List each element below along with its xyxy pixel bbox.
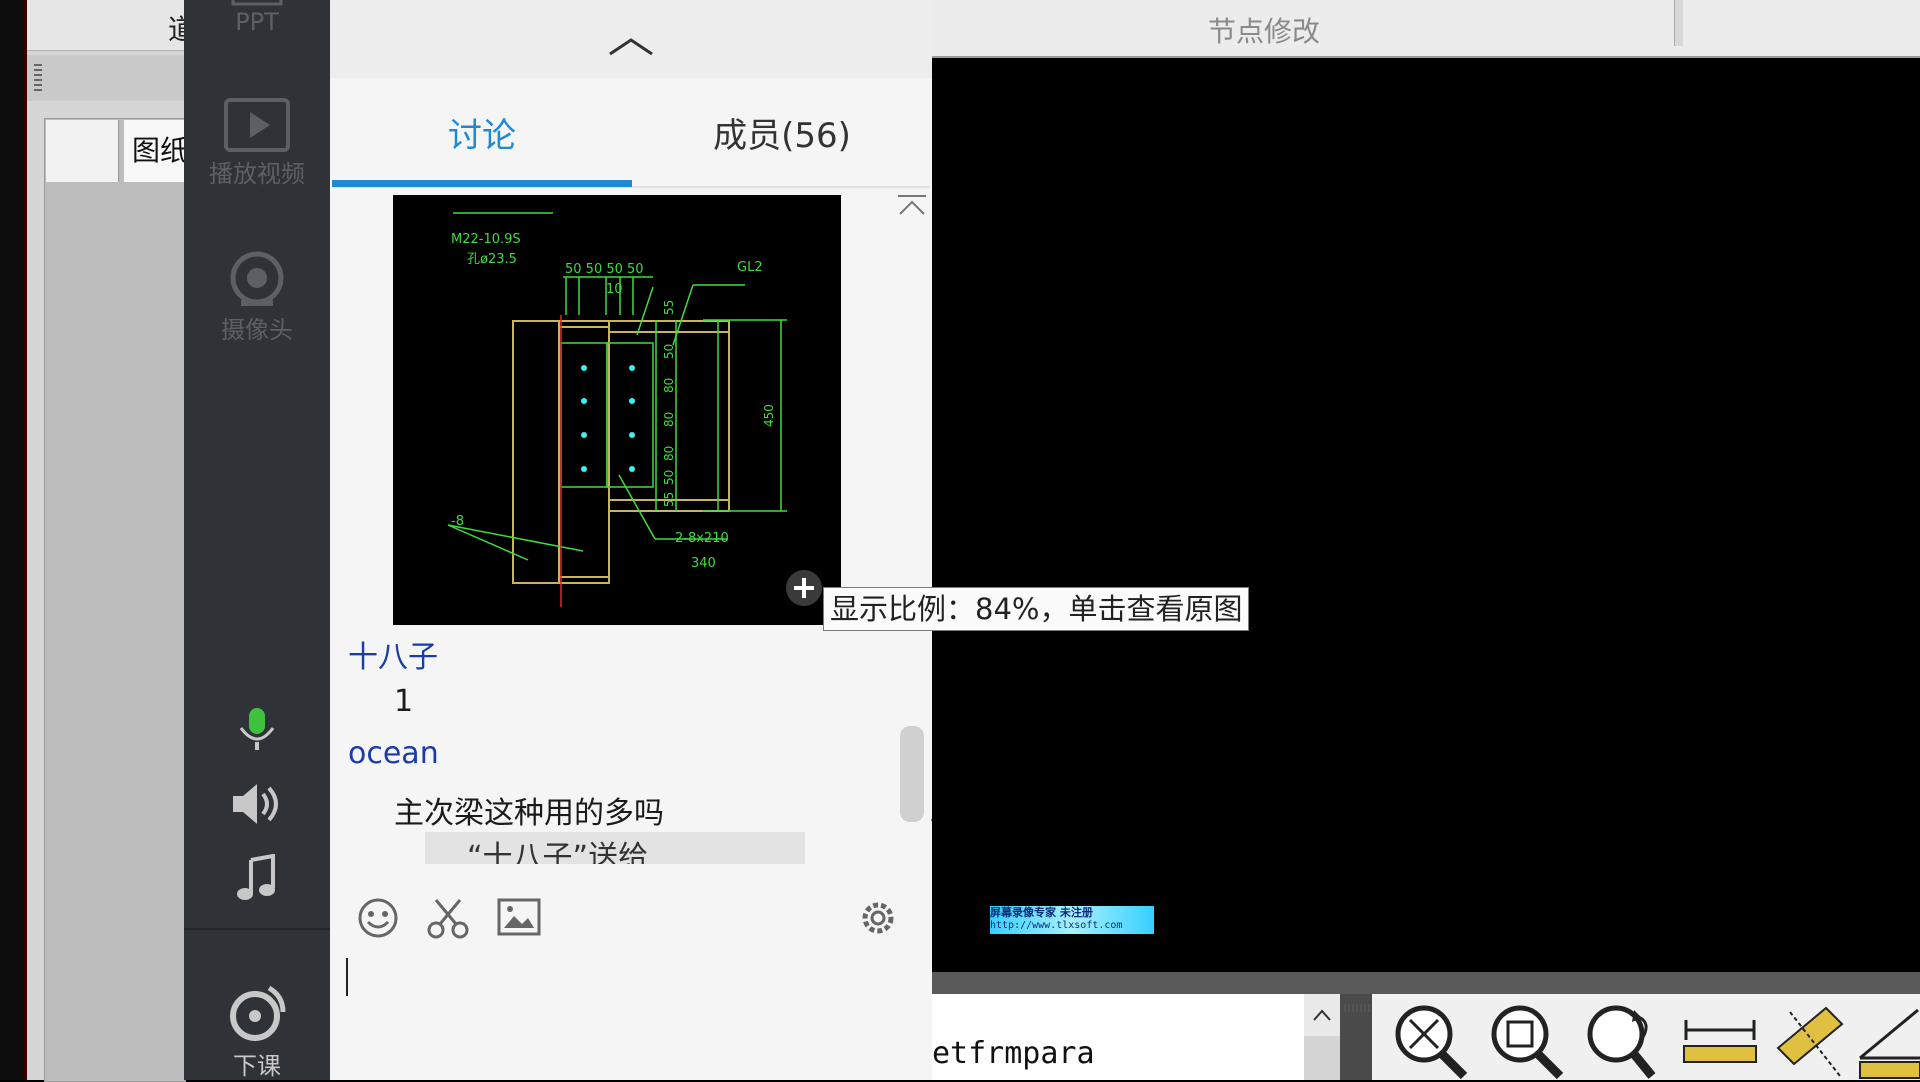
music-icon — [237, 854, 275, 900]
zoom-extents-icon[interactable] — [1392, 1002, 1472, 1080]
gap-label: 10 — [606, 282, 623, 297]
plate-label: -8 — [451, 514, 464, 529]
background-toolbar-secondary — [27, 55, 184, 101]
command-scroll-track[interactable] — [1304, 1036, 1340, 1080]
toolbar-grip[interactable] — [1344, 1004, 1372, 1012]
window-border — [24, 0, 27, 1080]
scroll-to-top-icon[interactable] — [896, 194, 928, 218]
zoom-image-button[interactable] — [786, 570, 822, 606]
dim-450: 450 — [762, 404, 776, 427]
microphone-icon — [239, 708, 275, 750]
hole-label: 孔ø23.5 — [467, 252, 517, 267]
toolbar-grip[interactable] — [34, 64, 42, 92]
dim-50-top: 50 — [662, 344, 676, 359]
sidebar-item-play-video[interactable]: 播放视频 — [184, 96, 330, 189]
measure-icon[interactable] — [1770, 1002, 1850, 1080]
dim-80-c: 80 — [662, 446, 676, 461]
scissors-icon[interactable] — [426, 896, 470, 940]
sidebar-item-ppt[interactable]: PPT — [184, 0, 330, 36]
sidebar-item-speaker[interactable] — [184, 780, 330, 828]
settings-icon[interactable] — [856, 896, 900, 940]
sidebar-divider — [184, 928, 330, 930]
speaker-icon — [233, 784, 278, 824]
message-text: 主次梁这种用的多吗 — [394, 796, 664, 831]
chevron-up-icon[interactable] — [608, 36, 654, 56]
power-icon — [230, 985, 286, 1041]
zoom-tooltip: 显示比例：84%，单击查看原图 — [823, 587, 1250, 631]
connection-detail-drawing: M22-10.9S 孔ø23.5 50 50 50 50 10 GL2 -8 2… — [447, 212, 787, 607]
tab-members[interactable]: 成员(56) — [632, 108, 932, 164]
gift-message-preview: “十八子”送给 — [425, 832, 805, 864]
window-edge — [0, 0, 24, 1080]
dim-80-b: 80 — [662, 412, 676, 427]
cad-drawing-canvas[interactable] — [932, 58, 1920, 972]
background-tab-blank[interactable] — [46, 120, 119, 182]
classroom-sidebar: PPT 播放视频 摄像头 下课 — [184, 0, 330, 1080]
beam-label: GL2 — [737, 260, 763, 275]
bolt-label: M22-10.9S — [451, 232, 521, 247]
dim-80-a: 80 — [662, 378, 676, 393]
sidebar-item-label: 播放视频 — [209, 160, 305, 188]
sidebar-item-music[interactable] — [184, 854, 330, 902]
shared-drawing-image[interactable]: M22-10.9S 孔ø23.5 50 50 50 50 10 GL2 -8 2… — [393, 195, 841, 625]
image-icon[interactable] — [496, 896, 542, 940]
background-tab-drawings[interactable]: 图纸 — [124, 120, 184, 182]
command-text: etfrmpara — [932, 1036, 1095, 1071]
cad-header-bar: 节点修改 — [932, 0, 1920, 59]
header-separator — [1674, 0, 1683, 46]
sidebar-item-microphone[interactable] — [184, 706, 330, 754]
angle-icon[interactable] — [1858, 1002, 1920, 1080]
top-dims-label: 50 50 50 50 — [565, 262, 644, 277]
sidebar-item-label: PPT — [235, 8, 279, 36]
node-modify-label[interactable]: 节点修改 — [1208, 10, 1320, 50]
message-text: 1 — [394, 684, 414, 719]
length-label: 340 — [691, 556, 716, 571]
plus-icon — [794, 578, 814, 598]
chevron-up-icon[interactable] — [1312, 1008, 1332, 1022]
background-app-panel: 道 图纸 — [0, 0, 196, 1082]
message-sender[interactable]: 十八子 — [348, 632, 438, 676]
ppt-icon — [231, 0, 283, 6]
sidebar-item-label: 摄像头 — [221, 316, 293, 344]
emoji-icon[interactable] — [356, 896, 400, 940]
tab-active-indicator — [332, 180, 632, 187]
background-toolbar — [27, 0, 184, 51]
dim-50-bottom: 50 — [662, 470, 676, 485]
dim-55-bottom: 55 — [662, 492, 676, 507]
view-toolbar — [1340, 994, 1920, 1080]
stiffener-label: 2-8x210 — [675, 531, 729, 546]
command-line[interactable]: etfrmpara — [932, 994, 1304, 1080]
watermark-line-2: http://www.tlxsoft.com — [990, 920, 1123, 931]
play-video-icon — [224, 98, 290, 152]
watermark-line-1: 屏幕录像专家 未注册 — [990, 906, 1093, 919]
sidebar-item-label: 下课 — [233, 1052, 281, 1080]
collapse-bar[interactable] — [330, 0, 932, 78]
zoom-previous-icon[interactable] — [1584, 1002, 1664, 1080]
dimension-icon[interactable] — [1680, 1002, 1760, 1080]
message-input[interactable] — [330, 944, 932, 1080]
background-drawing-panel — [44, 118, 186, 1082]
message-sender[interactable]: ocean — [348, 736, 439, 771]
tab-discussion[interactable]: 讨论 — [332, 108, 632, 164]
sidebar-item-end-class[interactable]: 下课 — [184, 982, 330, 1081]
command-scrollbar[interactable] — [1304, 994, 1340, 1080]
cad-horizontal-scrollbar[interactable] — [932, 972, 1920, 994]
zoom-window-icon[interactable] — [1488, 1002, 1568, 1080]
sidebar-item-camera[interactable]: 摄像头 — [184, 248, 330, 345]
dim-55-top: 55 — [662, 300, 676, 315]
chat-scrollbar-thumb[interactable] — [900, 726, 924, 822]
recorder-watermark: 屏幕录像专家 未注册 http://www.tlxsoft.com — [990, 906, 1154, 934]
camera-icon — [230, 251, 284, 306]
